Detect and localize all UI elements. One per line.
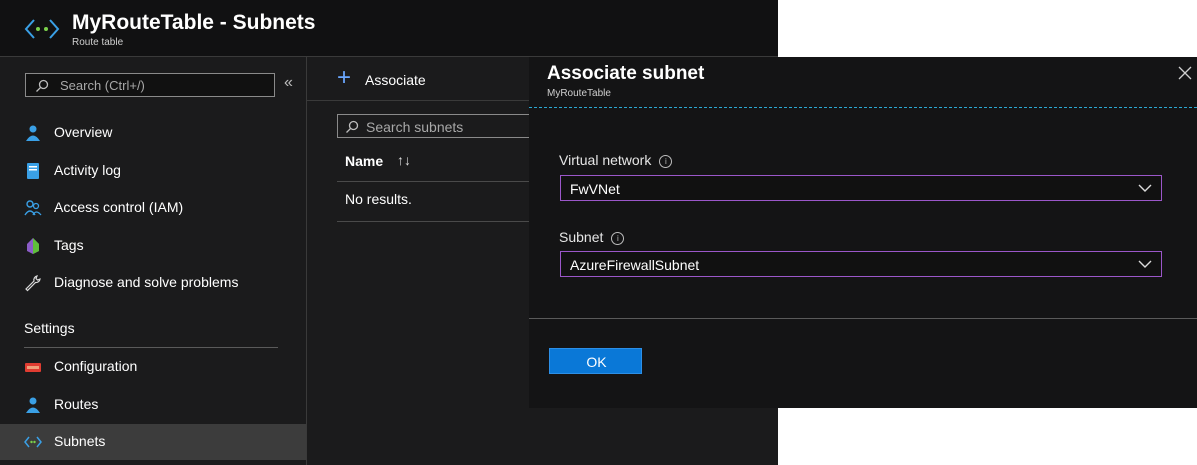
subnet-search-placeholder: Search subnets [366,119,464,135]
page-title: MyRouteTable - Subnets [72,11,316,34]
overview-icon [26,125,40,141]
search-icon [346,120,359,133]
sidebar-item-iam[interactable]: Access control (IAM) [0,190,306,226]
settings-divider [24,347,278,348]
route-table-icon [24,19,60,39]
sidebar-item-label: Activity log [54,162,121,178]
configuration-icon [25,363,41,372]
dialog-header-divider [529,107,1197,108]
sidebar-item-subnets[interactable]: Subnets [0,424,306,460]
info-icon[interactable]: i [659,155,673,168]
iam-icon [24,200,42,216]
wrench-icon [25,275,41,292]
plus-icon: + [337,64,352,91]
column-header-name[interactable]: Name [345,153,383,169]
sidebar-item-label: Access control (IAM) [54,199,184,215]
sidebar-item-configuration[interactable]: Configuration [0,349,306,385]
subnet-search-input[interactable]: Search subnets [337,114,547,138]
activity-log-icon [27,163,39,179]
ok-button[interactable]: OK [549,348,642,374]
sidebar-item-label: Diagnose and solve problems [54,274,239,290]
subnet-value: AzureFirewallSubnet [570,257,700,273]
sidebar-item-label: Routes [54,396,99,412]
routes-icon [26,397,40,413]
search-icon [36,79,49,92]
dialog-subtitle: MyRouteTable [547,88,611,99]
virtual-network-label: Virtual network i [559,152,673,168]
associate-label: Associate [365,72,426,88]
tag-icon [27,238,39,254]
close-icon[interactable] [1177,65,1193,81]
associate-subnet-dialog: Associate subnet MyRouteTable Virtual ne… [529,57,1197,408]
sidebar-item-tags[interactable]: Tags [0,228,306,264]
info-icon[interactable]: i [611,232,625,245]
subnet-label-text: Subnet [559,229,604,245]
sidebar-search-placeholder: Search (Ctrl+/) [60,78,145,93]
sidebar-item-label: Tags [54,237,84,253]
sidebar-item-overview[interactable]: Overview [0,115,306,151]
dialog-footer-divider [529,318,1197,319]
sidebar-search-input[interactable]: Search (Ctrl+/) [25,73,275,97]
virtual-network-value: FwVNet [570,181,620,197]
empty-results-text: No results. [345,191,412,207]
sidebar-item-diagnose[interactable]: Diagnose and solve problems [0,265,306,301]
sort-icon[interactable]: ↑↓ [397,152,411,168]
collapse-sidebar-button[interactable]: « [284,74,293,92]
sidebar-item-label: Subnets [54,433,106,449]
sidebar-item-activity-log[interactable]: Activity log [0,153,306,189]
page-subtitle: Route table [72,37,124,48]
ok-label: OK [586,354,607,370]
dialog-title: Associate subnet [547,63,705,84]
chevron-down-icon [1138,260,1152,268]
subnets-icon [24,436,42,448]
sidebar-item-label: Overview [54,124,113,140]
subnet-select[interactable]: AzureFirewallSubnet [560,251,1162,277]
virtual-network-label-text: Virtual network [559,152,652,168]
sidebar: Search (Ctrl+/) « Overview Activity log [0,57,307,465]
blade-header: MyRouteTable - Subnets Route table [0,0,778,57]
sidebar-item-routes[interactable]: Routes [0,387,306,423]
virtual-network-select[interactable]: FwVNet [560,175,1162,201]
chevron-down-icon [1138,184,1152,192]
subnet-label: Subnet i [559,229,625,245]
settings-heading: Settings [24,320,75,336]
sidebar-item-label: Configuration [54,358,138,374]
